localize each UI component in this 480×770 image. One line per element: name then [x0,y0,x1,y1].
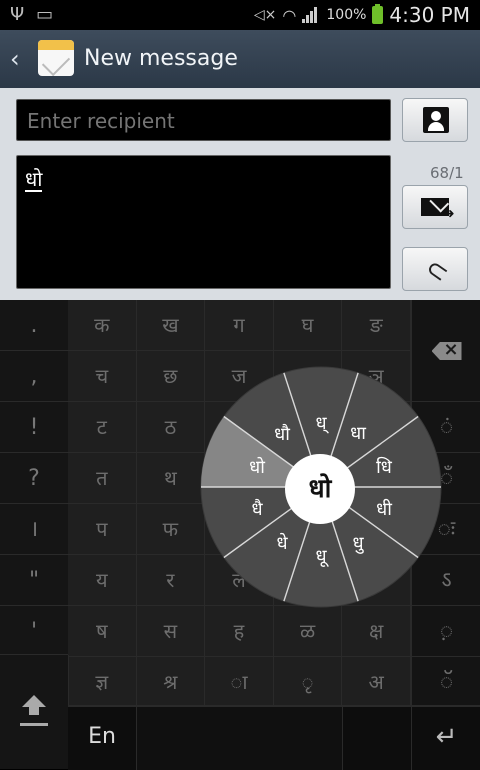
wheel-option[interactable]: धौ [262,422,302,446]
clock: 4:30 PM [389,3,470,27]
mute-icon: ◁× [253,7,277,23]
shift-button[interactable] [0,655,69,769]
recipient-input[interactable] [17,100,402,142]
messaging-app-icon[interactable] [38,40,74,76]
action-bar: ‹ New message [0,30,480,89]
recipient-field-container [16,99,402,142]
key-consonant[interactable]: श्र [136,657,206,706]
wheel-center-preview[interactable]: धो [285,454,355,524]
wheel-option-selected[interactable]: धो [237,455,277,479]
key-consonant[interactable]: घ [273,300,343,351]
key-consonant[interactable]: ग [205,300,274,351]
key-consonant[interactable]: च [68,351,137,402]
status-bar: Ψ ▭ ◁× ◠ 100% 4:30 PM [0,0,480,30]
key-vowel[interactable]: अ [342,657,411,706]
wheel-option[interactable]: धा [338,421,378,445]
page-title: New message [84,46,238,71]
shift-arrow-icon [22,695,46,715]
attach-button[interactable]: ⊂ [402,247,468,291]
message-text: धो [25,167,43,192]
send-arrow-icon: ➜ [443,206,455,222]
backspace-icon [431,342,462,360]
key-consonant[interactable]: छ [136,351,206,402]
signal-icon [302,7,320,23]
status-left-icons: Ψ ▭ [10,4,53,25]
key-single-quote[interactable]: ' [0,606,68,655]
character-counter: 68/1 [430,164,464,182]
key-consonant[interactable]: स [136,606,206,657]
battery-percent: 100% [326,7,367,23]
key-consonant[interactable]: ट [68,402,137,453]
key-consonant[interactable]: ष [68,606,137,657]
key-consonant[interactable]: फ [136,504,206,555]
wheel-option[interactable]: धू [301,544,341,568]
key-diacritic[interactable]: ॅ [412,657,480,706]
key-consonant[interactable]: प [68,504,137,555]
key-consonant[interactable]: ख [136,300,206,351]
contacts-button[interactable] [402,98,468,142]
usb-icon: Ψ [10,4,25,25]
key-consonant[interactable]: थ [136,453,206,504]
key-vowel-sign[interactable]: ृ [273,657,343,706]
message-input[interactable]: धो [16,155,391,289]
wheel-option[interactable]: धु [338,531,378,555]
key-diacritic[interactable]: ़ [412,606,480,657]
compose-area: धो 68/1 ➜ ⊂ [0,88,480,300]
paperclip-icon: ⊂ [419,252,455,290]
key-period[interactable]: . [0,300,68,351]
key-consonant[interactable]: ङ [342,300,411,351]
key-danda[interactable]: । [0,504,68,555]
keyboard-notification-icon: ▭ [36,4,54,25]
key-consonant[interactable]: ह [205,606,274,657]
key-consonant[interactable]: ज्ञ [68,657,137,706]
key-consonant[interactable]: क्ष [342,606,411,657]
status-right-icons: ◁× ◠ 100% 4:30 PM [254,3,470,27]
key-consonant[interactable]: ळ [273,606,343,657]
wheel-option[interactable]: धि [364,455,404,479]
key-consonant[interactable]: र [136,555,206,606]
battery-icon [372,4,384,24]
key-consonant[interactable]: त [68,453,137,504]
key-consonant[interactable]: क [68,300,137,351]
keyboard-bottom-row: En ↵ [68,706,480,770]
shift-underline [20,723,48,726]
language-switch-button[interactable]: En [68,707,137,770]
contact-icon [423,107,449,133]
key-consonant[interactable]: य [68,555,137,606]
send-button[interactable]: ➜ [402,185,468,229]
key-vowel-sign[interactable]: ा [205,657,274,706]
key-question[interactable]: ? [0,453,68,504]
wifi-icon: ◠ [282,5,297,25]
enter-arrow-icon: ↵ [435,722,458,752]
wheel-option[interactable]: ध् [301,411,341,435]
punctuation-column: . , ! ? । " ' [0,300,69,655]
wheel-option[interactable]: धे [262,531,302,555]
wheel-option[interactable]: धी [364,497,404,521]
key-comma[interactable]: , [0,351,68,402]
enter-button[interactable]: ↵ [411,707,480,770]
key-double-quote[interactable]: " [0,555,68,606]
space-bar[interactable] [137,707,343,770]
wheel-option[interactable]: धै [237,497,277,521]
key-exclamation[interactable]: ! [0,402,68,453]
back-chevron-icon[interactable]: ‹ [10,45,20,73]
key-consonant[interactable]: ठ [136,402,206,453]
